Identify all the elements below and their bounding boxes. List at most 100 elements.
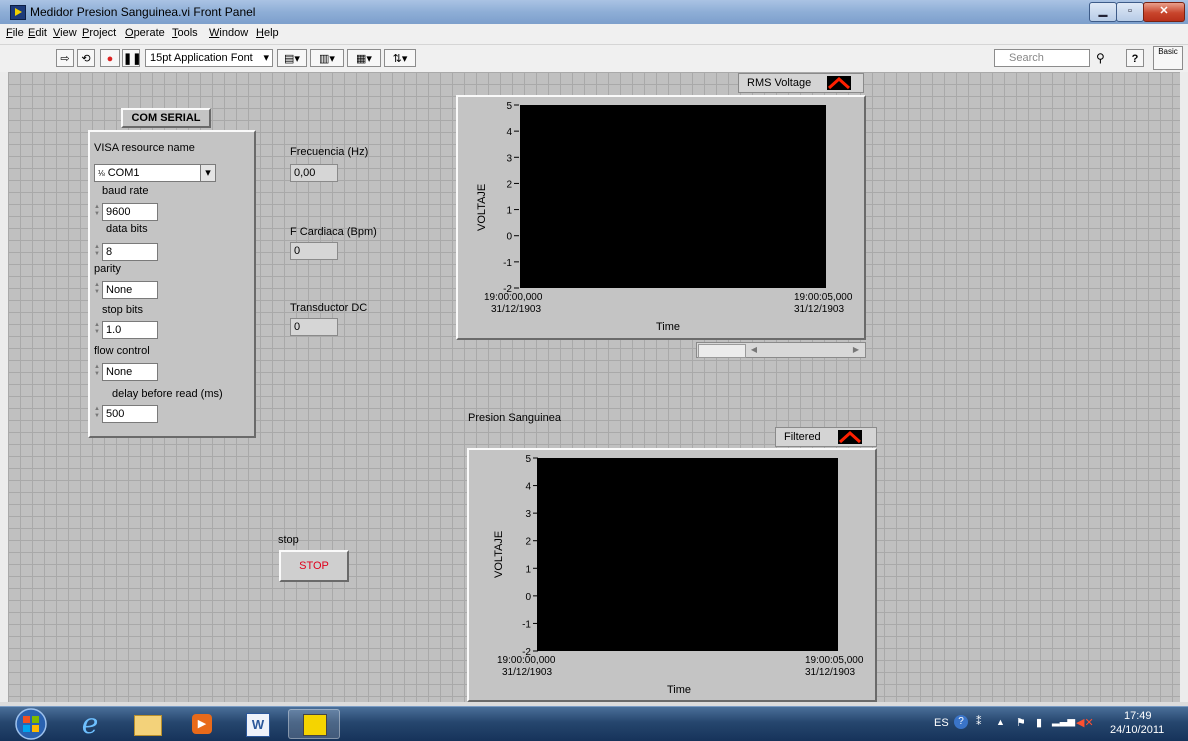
menu-edit[interactable]: Edit [28,27,47,39]
graph1-legend-label: RMS Voltage [747,77,812,89]
com-serial-cluster: VISA resource name ⅛ COM1 ▾ baud rate ▲ ▼… [88,130,256,438]
chevron-down-icon[interactable]: ▾ [200,165,215,181]
graph2-x-start-date: 31/12/1903 [502,667,553,678]
scroll-left-icon[interactable]: ◀ [747,343,761,357]
graph1-plot-area [520,105,826,288]
language-indicator[interactable]: ES [934,717,949,729]
delay-spinner-icon[interactable]: ▲ ▼ [93,406,101,422]
basic-label: Basic [1158,47,1178,56]
visa-resource-input[interactable]: ⅛ COM1 ▾ [94,164,216,182]
graph1-x-start: 19:00:00,000 [484,292,543,303]
parity-input[interactable]: None [102,281,158,299]
heart-rate-label: F Cardiaca (Bpm) [290,226,377,238]
minimize-button[interactable]: ▁ [1089,2,1117,22]
graph1-scrollbar[interactable]: ◀ ▶ [696,342,866,358]
graph1-x-axis-label: Time [656,321,681,333]
tray-pin-icon[interactable]: ⁑ [976,715,982,728]
taskbar: e ▶ W ES ? ⁑ ▲ ⚑ ▮ ▂▃▅ ◀✕ 17:49 24/10/20… [0,706,1188,741]
y-tick-label: -1 [522,619,531,630]
close-button[interactable]: ✕ [1143,2,1185,22]
baud-rate-input[interactable]: 9600 [102,203,158,221]
y-tick-label: 2 [506,179,512,190]
graph2-plot-area [537,458,838,651]
resize-objects-icon[interactable]: ▦▾ [347,49,381,67]
delay-input[interactable]: 500 [102,405,158,423]
word-icon[interactable]: W [232,709,284,739]
clock-time[interactable]: 17:49 [1124,710,1152,722]
abort-icon[interactable]: ● [100,49,120,67]
graph1-y-axis-label: VOLTAJE [476,183,488,231]
network-signal-icon[interactable]: ▂▃▅ [1052,716,1075,727]
scroll-right-icon[interactable]: ▶ [849,343,863,357]
labview-taskbar-icon[interactable] [288,709,340,739]
graph2-x-start: 19:00:00,000 [497,655,556,666]
help-tray-icon[interactable]: ? [954,715,968,729]
align-objects-icon[interactable]: ▤▾ [277,49,307,67]
run-arrow-icon[interactable]: ⇨ [56,49,74,67]
search-icon[interactable]: ⚲ [1096,51,1105,65]
menu-operate[interactable]: Operate [125,27,165,39]
chevron-down-icon: ▾ [263,52,269,64]
menu-bar: File Edit View Project Operate Tools Win… [0,24,1188,45]
run-continuously-icon[interactable]: ⟲ [77,49,95,67]
data-bits-spinner-icon[interactable]: ▲ ▼ [93,244,101,260]
y-tick-label: 4 [525,482,531,493]
title-bar: Medidor Presion Sanguinea.vi Front Panel… [0,0,1188,24]
menu-help[interactable]: Help [256,27,279,39]
graph2-title: Presion Sanguinea [468,412,561,424]
graph2-x-axis-label: Time [667,684,692,696]
graph2-y-axis-label: VOLTAJE [493,530,505,578]
plot-line-icon [838,430,862,444]
stop-button[interactable]: STOP [279,550,349,582]
show-hidden-icons[interactable]: ▲ [996,717,1005,727]
power-icon[interactable]: ▮ [1036,716,1042,729]
stop-label: stop [278,534,299,546]
data-bits-label: data bits [106,223,148,235]
graph1-x-end: 19:00:05,000 [794,292,853,303]
action-center-flag-icon[interactable]: ⚑ [1016,716,1026,729]
graph2-x-end-date: 31/12/1903 [805,667,856,678]
transducer-indicator: 0 [290,318,338,336]
search-input[interactable]: Search [994,49,1090,67]
graph1-y-axis: 543210-1-2 [503,101,519,295]
menu-tools[interactable]: Tools [172,27,198,39]
right-border [1180,72,1188,702]
volume-muted-icon[interactable]: ◀✕ [1076,716,1094,729]
left-border [0,72,8,702]
font-dropdown[interactable]: 15pt Application Font ▾ [145,49,273,67]
frequency-label: Frecuencia (Hz) [290,146,369,158]
distribute-objects-icon[interactable]: ▥▾ [310,49,344,67]
stop-bits-spinner-icon[interactable]: ▲ ▼ [93,322,101,338]
pause-icon[interactable]: ❚❚ [122,49,141,67]
graph1-x-end-date: 31/12/1903 [794,304,845,315]
visa-icon: ⅛ [98,169,105,178]
explorer-icon[interactable] [120,709,172,739]
y-tick-label: 3 [525,509,531,520]
flow-control-spinner-icon[interactable]: ▲ ▼ [93,364,101,380]
flow-control-input[interactable]: None [102,363,158,381]
clock-date[interactable]: 24/10/2011 [1110,724,1164,736]
menu-project[interactable]: Project [82,27,116,39]
data-bits-input[interactable]: 8 [102,243,158,261]
graph2-legend[interactable]: Filtered [775,427,877,447]
media-player-icon[interactable]: ▶ [176,709,228,739]
graph2-frame: VOLTAJE 5 4 3 2 1 0 -1 -2 19:00:00,000 31/12/19… [467,448,877,702]
y-tick-label: 1 [506,206,512,217]
stop-bits-input[interactable]: 1.0 [102,321,158,339]
y-tick-label: 3 [506,153,512,164]
maximize-button[interactable]: ▫ [1116,2,1144,22]
menu-view[interactable]: View [53,27,77,39]
reorder-icon[interactable]: ⇅▾ [384,49,416,67]
internet-explorer-icon[interactable]: e [64,709,116,739]
graph2-legend-label: Filtered [784,431,821,443]
graph1-legend[interactable]: RMS Voltage [738,73,864,93]
help-icon[interactable]: ? [1126,49,1144,67]
scrollbar-thumb[interactable] [698,344,746,358]
y-tick-label: 4 [506,127,512,138]
start-orb-icon[interactable] [10,707,52,741]
front-panel: COM SERIAL VISA resource name ⅛ COM1 ▾ b… [8,72,1180,702]
baud-rate-spinner-icon[interactable]: ▲ ▼ [93,204,101,220]
menu-window[interactable]: Window [209,27,248,39]
parity-spinner-icon[interactable]: ▲ ▼ [93,282,101,298]
menu-file[interactable]: File [6,27,24,39]
